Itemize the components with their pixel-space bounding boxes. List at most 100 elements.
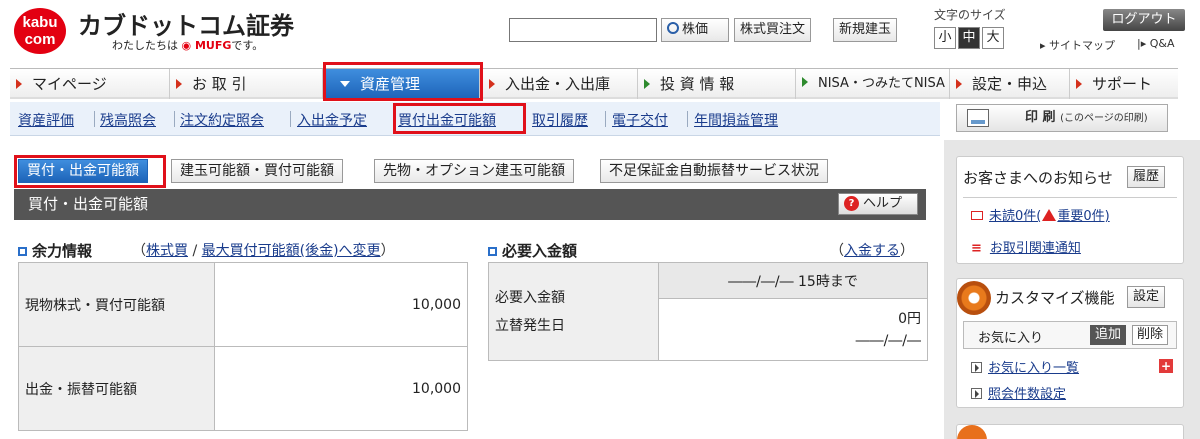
favorite-add-button[interactable]: 追加 (1090, 325, 1127, 345)
section-required-deposit-title: 必要入金額 (488, 240, 577, 261)
qa-link[interactable]: |▸ Q&A (1137, 37, 1175, 50)
square-bullet-icon (18, 247, 27, 256)
highlight-active-tab (14, 155, 166, 188)
buying-power-table: 現物株式・買付可能額 10,000 出金・振替可能額 10,000 (18, 262, 468, 431)
arrow-right-icon (644, 79, 650, 89)
tab-margin-buying-power[interactable]: 建玉可能額・買付可能額 (171, 159, 343, 183)
subnav-divider (174, 111, 175, 127)
divider (963, 197, 1177, 198)
subnav-asset-valuation[interactable]: 資産評価 (18, 110, 74, 130)
favorites-list-row: お気に入り一覧 (971, 357, 1079, 376)
section-title-text: 必要入金額 (502, 242, 578, 260)
search-button-label: 株価 (682, 22, 709, 37)
max-buying-power-link[interactable]: 最大買付可能額(後金)へ変更 (202, 243, 381, 259)
highlight-buying-power-subnav (393, 103, 526, 134)
section-title-text: 余力情報 (32, 242, 93, 260)
paren-open: （ (132, 243, 146, 259)
trade-notice-row: ≡ お取引関連通知 (971, 237, 1081, 256)
gnav-label: サポート (1092, 75, 1153, 93)
new-position-button[interactable]: 新規建玉 (833, 18, 898, 42)
favorites-header: お気に入り 追加 削除 (963, 321, 1177, 349)
arrow-box-icon (971, 388, 982, 399)
deposit-link-wrap: （入金する） (830, 240, 914, 260)
view-count-link[interactable]: 照会件数設定 (988, 387, 1066, 402)
trade-notice-link[interactable]: お取引関連通知 (990, 241, 1081, 256)
mufg-logo: ◉ MUFG (181, 39, 232, 52)
subnav-e-delivery[interactable]: 電子交付 (612, 110, 668, 130)
stock-search-input[interactable] (509, 18, 657, 42)
help-label: ヘルプ (863, 196, 903, 211)
paren-open: （ (830, 243, 844, 259)
subnav-balance-inquiry[interactable]: 残高照会 (100, 110, 156, 130)
print-button[interactable]: 印 刷 (このページの印刷) (956, 104, 1168, 132)
logout-button[interactable]: ログアウト (1103, 9, 1185, 31)
help-button[interactable]: ? ヘルプ (838, 193, 918, 215)
gnav-settings[interactable]: 設定・申込 (950, 69, 1070, 99)
deposit-link[interactable]: 入金する (844, 243, 900, 259)
customize-panel: カスタマイズ機能 設定 お気に入り 追加 削除 お気に入り一覧 + 照会件数設定 (956, 278, 1184, 408)
plus-icon[interactable]: + (1159, 359, 1173, 373)
gear-icon (957, 281, 991, 315)
global-nav: マイページ お 取 引 資産管理 入出金・入出庫 投 資 情 報 NISA・つみ… (10, 68, 1178, 99)
notice-history-button[interactable]: 履歴 (1127, 166, 1166, 188)
stock-buy-link[interactable]: 株式買 (146, 243, 188, 259)
subnav-annual-pl[interactable]: 年間損益管理 (694, 110, 778, 130)
search-icon (667, 22, 679, 34)
logo-text-bottom: com (24, 31, 56, 48)
panel-icon (957, 425, 987, 439)
stock-buy-order-button[interactable]: 株式買注文 (734, 18, 812, 42)
gnav-nisa[interactable]: NISA・つみたてNISA (796, 69, 950, 99)
font-size-large-button[interactable]: 大 (982, 27, 1004, 49)
gnav-label: お 取 引 (192, 75, 247, 93)
favorites-list-link[interactable]: お気に入り一覧 (988, 361, 1079, 376)
paren-close: ） (900, 243, 914, 259)
arrow-right-icon (1076, 79, 1082, 89)
table-row: 出金・振替可能額 10,000 (18, 346, 468, 431)
font-size-medium-button[interactable]: 中 (958, 27, 980, 49)
table-row: 現物株式・買付可能額 10,000 (18, 262, 468, 347)
row-value: 10,000 (214, 262, 468, 347)
view-count-row: 照会件数設定 (971, 383, 1066, 402)
warning-icon (1042, 209, 1057, 221)
gnav-support[interactable]: サポート (1070, 69, 1178, 99)
font-size-small-button[interactable]: 小 (934, 27, 956, 49)
customize-setting-button[interactable]: 設定 (1127, 286, 1166, 308)
gnav-mypage[interactable]: マイページ (10, 69, 170, 99)
favorites-label: お気に入り (978, 331, 1044, 346)
arrow-right-icon (802, 77, 808, 87)
print-label-wrap: 印 刷 (このページの印刷) (1025, 105, 1148, 132)
unread-notice-row: 未読0件(重要0件) (971, 205, 1110, 224)
sitemap-link[interactable]: ▸ サイトマップ (1040, 37, 1115, 53)
gnav-trade[interactable]: お 取 引 (170, 69, 323, 99)
stock-price-search-button[interactable]: 株価 (661, 18, 729, 42)
subnav-divider (687, 111, 688, 127)
next-panel (956, 424, 1184, 439)
font-size-label: 文字のサイズ (934, 8, 1006, 22)
section-buying-power-links: （株式買 / 最大買付可能額(後金)へ変更） (132, 240, 395, 260)
notice-panel: お客さまへのお知らせ 履歴 未読0件(重要0件) ≡ お取引関連通知 (956, 156, 1184, 264)
tagline-post: です。 (231, 39, 264, 52)
arrow-right-icon (956, 79, 962, 89)
gnav-label: 設定・申込 (972, 75, 1048, 93)
subnav-trade-history[interactable]: 取引履歴 (532, 110, 588, 130)
tab-futures-options-power[interactable]: 先物・オプション建玉可能額 (374, 159, 574, 183)
favorite-delete-button[interactable]: 削除 (1132, 325, 1169, 345)
subnav-divider (290, 111, 291, 127)
print-label: 印 刷 (1025, 110, 1056, 125)
gnav-investment-info[interactable]: 投 資 情 報 (638, 69, 796, 99)
unread-link[interactable]: 未読0件(重要0件) (989, 209, 1110, 224)
brand-tagline: わたしたちは ◉ MUFGです。 (112, 37, 263, 53)
required-deposit-table: 必要入金額 立替発生日 ――/―/― 15時まで 0円 ――/―/― (488, 262, 928, 361)
row-label: 現物株式・買付可能額 (18, 262, 215, 347)
notice-title: お客さまへのお知らせ (963, 169, 1113, 187)
row-labels: 必要入金額 立替発生日 (488, 262, 659, 361)
print-sub-label: (このページの印刷) (1060, 113, 1148, 124)
subnav-deposit-schedule[interactable]: 入出金予定 (297, 110, 367, 130)
list-icon: ≡ (971, 241, 982, 256)
highlight-asset-management (323, 62, 483, 101)
gnav-label: 投 資 情 報 (660, 75, 735, 93)
tab-auto-transfer-status[interactable]: 不足保証金自動振替サービス状況 (600, 159, 828, 183)
subnav-order-inquiry[interactable]: 注文約定照会 (180, 110, 264, 130)
kabucom-logo[interactable]: kabu com (14, 8, 66, 54)
gnav-deposit-withdrawal[interactable]: 入出金・入出庫 (483, 69, 638, 99)
